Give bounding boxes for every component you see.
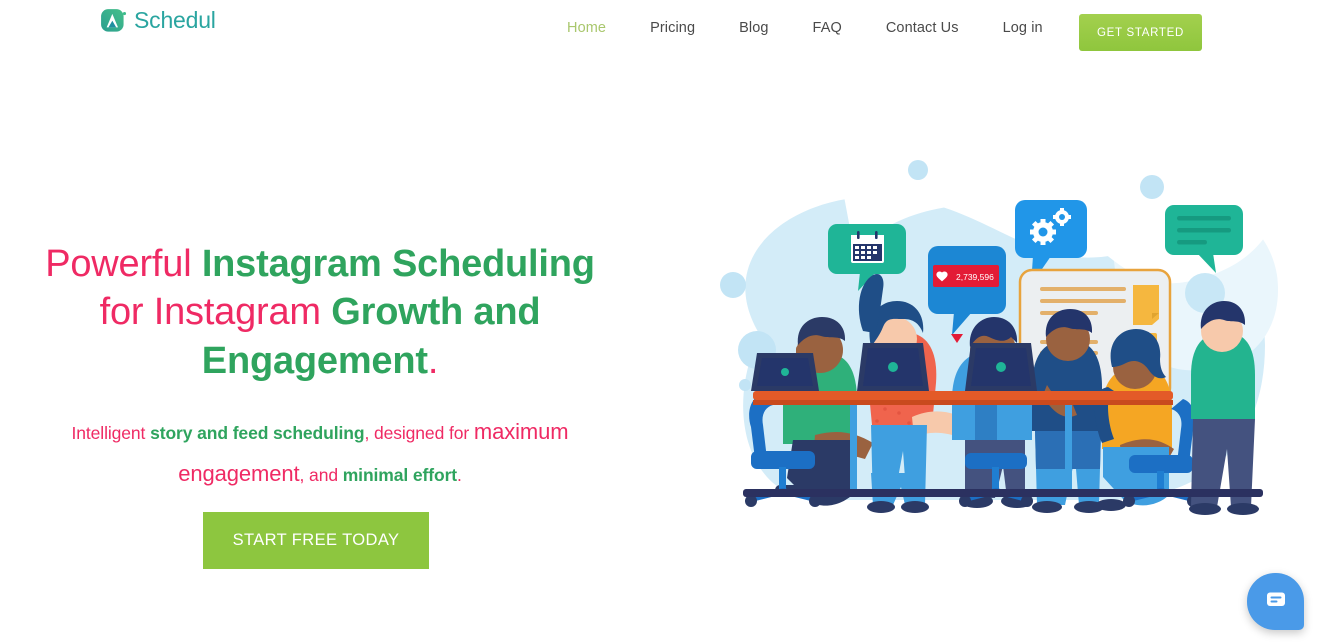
subhead-part-1: Intelligent xyxy=(71,422,151,443)
team-collaboration-illustration: 2,739,596 xyxy=(665,95,1285,525)
brand-logo[interactable]: Schedul xyxy=(100,8,216,35)
nav-item-faq[interactable]: FAQ xyxy=(791,20,864,36)
nav-item-blog[interactable]: Blog xyxy=(717,20,790,36)
nav-item-pricing[interactable]: Pricing xyxy=(628,20,717,36)
chat-widget-button[interactable] xyxy=(1247,573,1304,630)
hero-subtitle: Intelligent story and feed scheduling, d… xyxy=(0,411,640,495)
headline-part-3: for Instagram xyxy=(99,291,332,334)
triangle-a-logo-icon xyxy=(100,8,127,35)
hero-text-block: Powerful Instagram Scheduling for Instag… xyxy=(0,240,640,569)
start-free-today-button[interactable]: START FREE TODAY xyxy=(203,512,429,569)
subhead-part-5: , and xyxy=(299,464,343,485)
landing-page: Schedul Home Pricing Blog FAQ Contact Us… xyxy=(0,0,1323,644)
chat-bubble-icon xyxy=(1264,587,1288,616)
get-started-button[interactable]: GET STARTED xyxy=(1079,14,1202,51)
subhead-part-2: story and feed scheduling xyxy=(150,422,365,443)
headline-part-5: . xyxy=(427,339,439,382)
nav-item-log-in[interactable]: Log in xyxy=(981,20,1065,36)
page-title: Powerful Instagram Scheduling for Instag… xyxy=(0,240,640,385)
subhead-part-3: , designed for xyxy=(364,422,474,443)
subhead-part-6: minimal effort xyxy=(342,464,458,485)
main-navigation: Home Pricing Blog FAQ Contact Us Log in xyxy=(545,20,1065,36)
subhead-part-7: . xyxy=(457,464,462,485)
headline-part-2: Instagram Scheduling xyxy=(201,243,595,285)
headline-part-1: Powerful xyxy=(45,243,202,285)
site-header: Schedul Home Pricing Blog FAQ Contact Us… xyxy=(0,0,1323,66)
nav-item-contact-us[interactable]: Contact Us xyxy=(864,20,981,36)
brand-name: Schedul xyxy=(134,7,216,33)
nav-item-home[interactable]: Home xyxy=(545,20,628,36)
likes-count: 2,739,596 xyxy=(956,272,994,282)
floor-line xyxy=(743,489,1263,497)
